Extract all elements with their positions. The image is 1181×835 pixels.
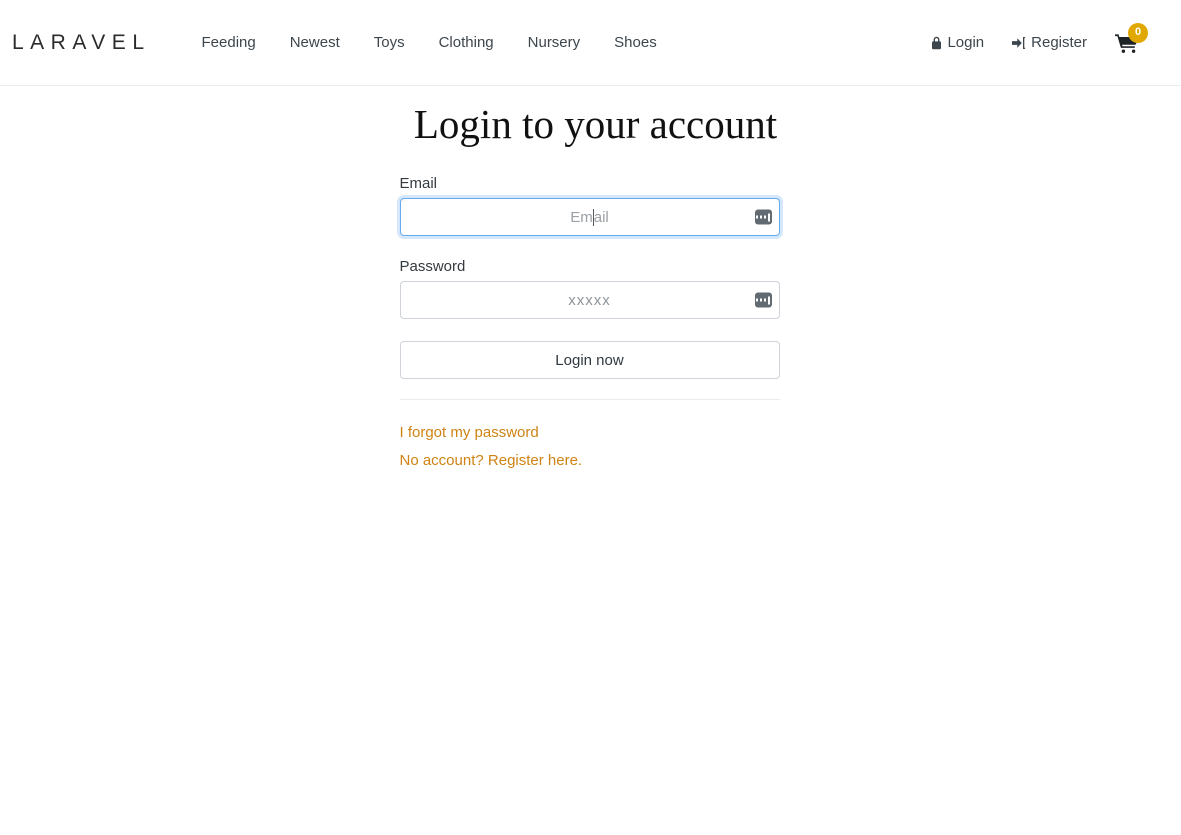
page-title: Login to your account (211, 100, 971, 149)
forgot-password-link[interactable]: I forgot my password (400, 424, 780, 441)
autofill-dots-icon-email[interactable] (755, 210, 772, 225)
nav-link-clothing[interactable]: Clothing (422, 26, 511, 59)
dot (756, 216, 759, 219)
dot (756, 299, 759, 302)
brand-logo[interactable]: LARAVEL (12, 32, 151, 53)
nav-link-nursery[interactable]: Nursery (511, 26, 598, 59)
cart-button[interactable]: 0 (1101, 25, 1149, 61)
nav-link-login[interactable]: Login (917, 26, 998, 59)
page-body: Login to your account Email Email Passwo… (0, 86, 1181, 469)
nav-link-login-label: Login (947, 34, 984, 51)
nav-link-newest[interactable]: Newest (273, 26, 357, 59)
nav-link-register-label: Register (1031, 34, 1087, 51)
password-field-wrap: xxxxx (400, 281, 780, 319)
email-field-wrap: Email (400, 198, 780, 236)
autofill-bar (768, 296, 770, 304)
nav-link-feeding[interactable]: Feeding (185, 26, 273, 59)
nav-link-toys[interactable]: Toys (357, 26, 422, 59)
login-now-button[interactable]: Login now (400, 341, 780, 379)
dot (764, 299, 767, 302)
autofill-dots-icon-password[interactable] (755, 293, 772, 308)
dot (764, 216, 767, 219)
form-divider (400, 399, 780, 400)
secondary-nav: Login Register 0 (917, 25, 1169, 61)
autofill-bar (768, 213, 770, 221)
email-label: Email (400, 175, 780, 192)
password-label: Password (400, 258, 780, 275)
email-input[interactable] (400, 198, 780, 236)
cart-count-badge: 0 (1128, 23, 1148, 43)
dot (760, 299, 763, 302)
lock-icon (931, 36, 942, 50)
main-navbar: LARAVEL Feeding Newest Toys Clothing Nur… (0, 0, 1181, 86)
primary-nav: Feeding Newest Toys Clothing Nursery Sho… (185, 26, 674, 59)
sign-in-icon (1012, 36, 1026, 50)
login-form: Email Email Password xxxxx (400, 175, 780, 469)
nav-link-register[interactable]: Register (998, 26, 1101, 59)
register-here-link[interactable]: No account? Register here. (400, 452, 780, 469)
password-input[interactable] (400, 281, 780, 319)
content-container: Login to your account Email Email Passwo… (211, 100, 971, 469)
dot (760, 216, 763, 219)
nav-link-shoes[interactable]: Shoes (597, 26, 674, 59)
